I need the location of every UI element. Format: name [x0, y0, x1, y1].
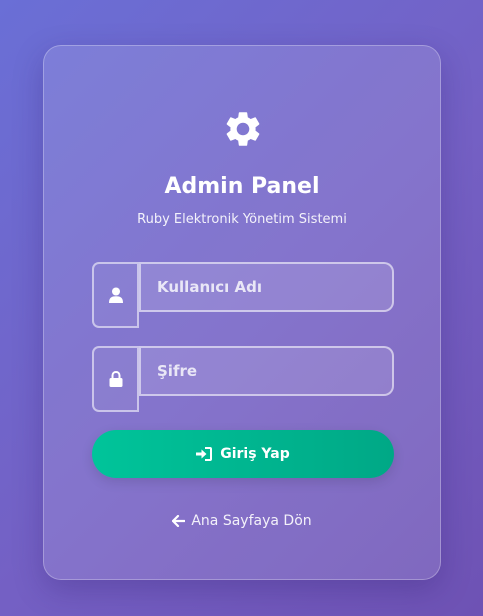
username-addon	[92, 262, 139, 328]
password-field-group: Şifre	[92, 346, 394, 414]
username-input[interactable]: Kullanıcı Adı	[139, 262, 394, 312]
login-card: Admin Panel Ruby Elektronik Yönetim Sist…	[43, 45, 441, 580]
sign-in-icon	[196, 447, 213, 461]
page-title: Admin Panel	[164, 174, 320, 199]
back-link-label: Ana Sayfaya Dön	[191, 513, 312, 529]
lock-icon	[109, 371, 122, 387]
login-button-label: Giriş Yap	[220, 446, 290, 462]
password-addon	[92, 346, 139, 412]
user-icon	[108, 287, 123, 303]
page-subtitle: Ruby Elektronik Yönetim Sistemi	[137, 212, 347, 227]
gear-icon	[226, 112, 260, 146]
back-to-home-link[interactable]: Ana Sayfaya Dön	[44, 513, 440, 529]
arrow-left-icon	[172, 515, 186, 527]
username-field-group: Kullanıcı Adı	[92, 262, 394, 330]
password-input[interactable]: Şifre	[139, 346, 394, 396]
login-button[interactable]: Giriş Yap	[92, 430, 394, 478]
